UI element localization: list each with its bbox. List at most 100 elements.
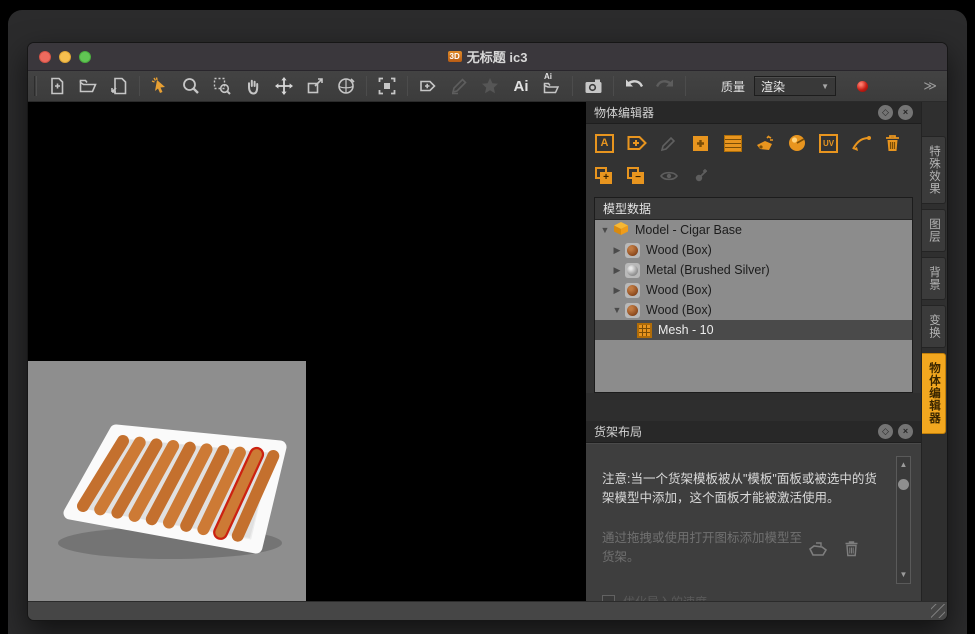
close-panel-icon[interactable]: × bbox=[898, 424, 913, 439]
shelf-layout-header: 货架布局 ◇ × bbox=[586, 421, 921, 443]
shelf-layout-title: 货架布局 bbox=[594, 423, 642, 440]
metal-material-icon bbox=[625, 263, 640, 278]
shelf-hint-text: 通过拖拽或使用打开图标添加模型至货架。 bbox=[602, 529, 812, 567]
ai-open-file-button[interactable]: Ai bbox=[541, 75, 563, 97]
add-frame-button[interactable] bbox=[690, 133, 711, 154]
cigar-tray-render bbox=[28, 361, 306, 601]
toolbar-overflow-chevron[interactable]: ≫ bbox=[923, 78, 937, 94]
redo-button-disabled bbox=[654, 75, 676, 97]
tree-row-mesh-10-selected[interactable]: Mesh - 10 bbox=[595, 320, 912, 340]
tree-row-label: Wood (Box) bbox=[646, 283, 712, 297]
tree-row-label: Model - Cigar Base bbox=[635, 223, 742, 237]
tree-row-wood-2[interactable]: ▶ Wood (Box) bbox=[595, 280, 912, 300]
import-file-button[interactable] bbox=[108, 75, 130, 97]
bezier-pen-button[interactable] bbox=[850, 133, 871, 154]
wood-material-icon bbox=[625, 303, 640, 318]
tab-object-editor-active[interactable]: 物体编辑器 bbox=[922, 353, 946, 434]
expand-arrow-icon[interactable]: ▼ bbox=[599, 225, 611, 235]
quality-dropdown-value: 渲染 bbox=[761, 78, 785, 95]
tab-background[interactable]: 背景 bbox=[922, 257, 946, 300]
zoom-area-tool-button[interactable] bbox=[211, 75, 233, 97]
shelf-note-text: 注意:当一个货架模板被从"模板"面板或被选中的货架模型中添加，这个面板才能被激活… bbox=[602, 470, 877, 509]
tree-row-metal[interactable]: ▶ Metal (Brushed Silver) bbox=[595, 260, 912, 280]
3d-canvas[interactable] bbox=[28, 102, 586, 601]
toolbar-separator bbox=[366, 76, 367, 96]
expand-arrow-icon[interactable]: ▶ bbox=[611, 245, 623, 256]
tree-row-model-cigar-base[interactable]: ▼ Model - Cigar Base bbox=[595, 220, 912, 240]
wood-material-icon bbox=[625, 243, 640, 258]
model-data-tree: 模型数据 ▼ Model - Cigar Base ▶ bbox=[594, 197, 913, 393]
pan-tool-button[interactable] bbox=[242, 75, 264, 97]
quality-dropdown[interactable]: 渲染 ▼ bbox=[754, 76, 836, 96]
object-editor-title: 物体编辑器 bbox=[594, 104, 654, 121]
tree-row-label: Mesh - 10 bbox=[658, 323, 714, 337]
edit-pencil-button-disabled bbox=[448, 75, 470, 97]
open-file-button[interactable] bbox=[77, 75, 99, 97]
visibility-eye-icon-disabled bbox=[658, 166, 679, 187]
zoom-tool-button[interactable] bbox=[180, 75, 202, 97]
scroll-down-icon[interactable]: ▼ bbox=[897, 571, 910, 579]
shelf-option-row[interactable]: 优化导入的速度 bbox=[602, 593, 707, 601]
artwork-frame-button[interactable]: A bbox=[594, 133, 615, 154]
rotate-tool-button[interactable] bbox=[335, 75, 357, 97]
layers-list-button[interactable] bbox=[722, 133, 743, 154]
model-box-icon bbox=[613, 221, 629, 239]
expand-arrow-icon[interactable]: ▶ bbox=[611, 265, 623, 276]
title-bar[interactable]: 3D 无标题 ic3 bbox=[28, 43, 947, 71]
delete-trash-icon-disabled bbox=[844, 540, 859, 562]
main-toolbar: Ai Ai 质量 渲染 ▼ ≫ bbox=[28, 71, 947, 102]
ai-import-artwork-button[interactable]: Ai bbox=[510, 75, 532, 97]
toolbar-grip[interactable] bbox=[34, 76, 37, 96]
favorite-star-button-disabled bbox=[479, 75, 501, 97]
object-editor-panel: 物体编辑器 ◇ × A bbox=[586, 102, 921, 393]
ai-label: Ai bbox=[514, 78, 529, 95]
undo-button[interactable] bbox=[623, 75, 645, 97]
fit-view-button[interactable] bbox=[376, 75, 398, 97]
add-label-tag-button[interactable] bbox=[417, 75, 439, 97]
paint-material-button[interactable] bbox=[754, 133, 775, 154]
move-tool-button[interactable] bbox=[273, 75, 295, 97]
tree-row-wood-3[interactable]: ▼ Wood (Box) bbox=[595, 300, 912, 320]
new-file-button[interactable] bbox=[46, 75, 68, 97]
tab-transform[interactable]: 变换 bbox=[922, 305, 946, 348]
scroll-up-icon[interactable]: ▲ bbox=[897, 461, 910, 469]
tree-row-wood-1[interactable]: ▶ Wood (Box) bbox=[595, 240, 912, 260]
shelf-scrollbar[interactable]: ▲ ▼ bbox=[896, 456, 911, 584]
close-window-button[interactable] bbox=[39, 51, 51, 63]
minimize-window-button[interactable] bbox=[59, 51, 71, 63]
snapshot-camera-button[interactable] bbox=[582, 75, 604, 97]
zoom-window-button[interactable] bbox=[79, 51, 91, 63]
tab-special-effects[interactable]: 特殊效果 bbox=[922, 136, 946, 204]
delete-trash-button[interactable] bbox=[882, 133, 903, 154]
edit-pencil-icon-disabled bbox=[658, 133, 679, 154]
duplicate-add-button[interactable]: + bbox=[594, 166, 615, 187]
app-window: 3D 无标题 ic3 bbox=[27, 42, 948, 621]
app-3d-badge-icon: 3D bbox=[448, 51, 462, 62]
tab-layers[interactable]: 图层 bbox=[922, 209, 946, 252]
shelf-layout-panel: 货架布局 ◇ × 注意:当一个货架模板被从"模板"面板或被选中的货架模型中添加，… bbox=[586, 421, 921, 601]
model-data-header: 模型数据 bbox=[595, 198, 912, 220]
add-tag-button[interactable] bbox=[626, 133, 647, 154]
open-model-icon-disabled bbox=[808, 540, 828, 562]
expand-arrow-icon[interactable]: ▼ bbox=[611, 305, 623, 315]
toolbar-separator bbox=[139, 76, 140, 96]
toolbar-separator bbox=[407, 76, 408, 96]
render-viewport[interactable] bbox=[28, 361, 306, 601]
quality-label: 质量 bbox=[721, 78, 745, 95]
uv-frame-button[interactable]: UV bbox=[818, 133, 839, 154]
close-panel-icon[interactable]: × bbox=[898, 105, 913, 120]
window-title: 无标题 ic3 bbox=[467, 47, 528, 66]
scale-tool-button[interactable] bbox=[304, 75, 326, 97]
expand-arrow-icon[interactable]: ▶ bbox=[611, 285, 623, 296]
side-tab-strip: 特殊效果 图层 背景 变换 物体编辑器 bbox=[921, 102, 948, 601]
undock-panel-icon[interactable]: ◇ bbox=[878, 105, 893, 120]
duplicate-remove-button[interactable]: − bbox=[626, 166, 647, 187]
sphere-material-button[interactable] bbox=[786, 133, 807, 154]
scrollbar-thumb[interactable] bbox=[898, 479, 909, 490]
resize-grip[interactable] bbox=[931, 604, 945, 618]
tree-row-label: Wood (Box) bbox=[646, 303, 712, 317]
undock-panel-icon[interactable]: ◇ bbox=[878, 424, 893, 439]
select-tool-button[interactable] bbox=[149, 75, 171, 97]
right-panel-column: 物体编辑器 ◇ × A bbox=[586, 102, 921, 601]
tree-row-label: Wood (Box) bbox=[646, 243, 712, 257]
